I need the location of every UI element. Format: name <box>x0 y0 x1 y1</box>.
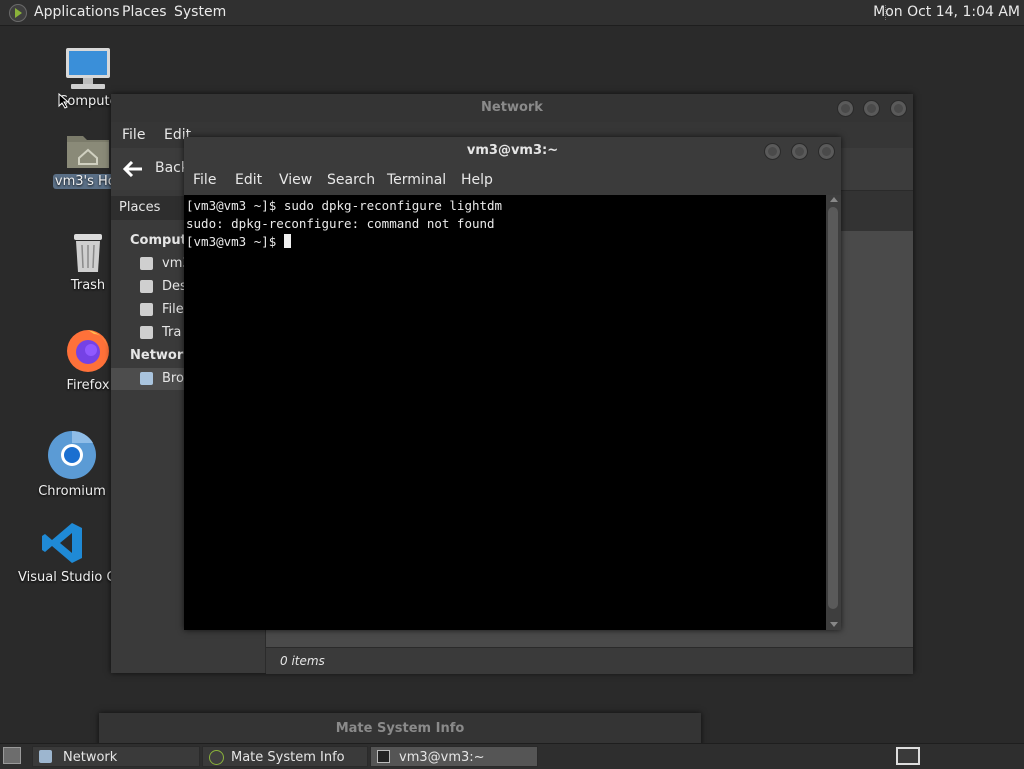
minimize-button[interactable] <box>837 100 854 117</box>
maximize-button[interactable] <box>863 100 880 117</box>
status-text: 0 items <box>280 654 325 668</box>
status-bar: 0 items <box>266 647 913 674</box>
top-panel: Applications Places System Mon Oct 14, 1… <box>0 0 1024 26</box>
terminal-window[interactable]: vm3@vm3:~ File Edit View Search Terminal… <box>184 137 841 630</box>
clock[interactable]: Mon Oct 14, 1:04 AM <box>873 0 1020 25</box>
terminal-prompt-line: [vm3@vm3 ~]$ <box>186 233 291 251</box>
terminal-line: sudo: dpkg-reconfigure: command not foun… <box>186 216 495 231</box>
task-network[interactable]: Network <box>32 746 200 767</box>
mate-icon <box>209 750 224 765</box>
back-arrow-icon[interactable] <box>123 161 143 177</box>
home-icon <box>140 257 153 270</box>
taskbar: Network Mate System Info vm3@vm3:~ <box>0 743 1024 769</box>
desktop-icon <box>140 280 153 293</box>
mouse-pointer-icon <box>58 93 70 109</box>
firefox-icon <box>67 330 109 372</box>
network-icon <box>39 750 52 763</box>
close-button[interactable] <box>890 100 907 117</box>
scroll-up-arrow-icon[interactable] <box>830 197 838 202</box>
menu-help[interactable]: Help <box>461 165 493 195</box>
scrollbar-thumb[interactable] <box>828 207 838 609</box>
places-menu[interactable]: Places <box>122 0 167 25</box>
menu-terminal[interactable]: Terminal <box>387 165 446 195</box>
menubar: File Edit View Search Terminal Help <box>184 165 841 195</box>
menu-file[interactable]: File <box>122 122 145 148</box>
applications-menu[interactable]: Applications <box>34 0 120 25</box>
scrollbar[interactable] <box>826 195 841 630</box>
close-button[interactable] <box>818 143 835 160</box>
vscode-icon <box>42 523 82 563</box>
window-title[interactable]: Network <box>111 94 913 122</box>
scroll-down-arrow-icon[interactable] <box>830 622 838 627</box>
terminal-line: [vm3@vm3 ~]$ sudo dpkg-reconfigure light… <box>186 198 503 213</box>
computer-icon <box>66 48 110 89</box>
show-desktop-icon[interactable] <box>3 747 21 764</box>
menu-view[interactable]: View <box>279 165 312 195</box>
minimize-button[interactable] <box>764 143 781 160</box>
desktop-icon-chromium[interactable]: Chromium <box>30 430 114 499</box>
text-cursor <box>283 234 291 248</box>
network-icon <box>140 372 153 385</box>
menu-edit[interactable]: Edit <box>235 165 262 195</box>
menu-file[interactable]: File <box>193 165 216 195</box>
task-mate-system-info[interactable]: Mate System Info <box>202 746 368 767</box>
menu-search[interactable]: Search <box>327 165 375 195</box>
system-menu[interactable]: System <box>174 0 226 25</box>
trash-icon <box>74 234 102 272</box>
terminal-prompt: [vm3@vm3 ~]$ <box>186 234 284 249</box>
chromium-icon <box>48 430 96 479</box>
home-folder-icon <box>67 136 109 168</box>
mate-logo-icon[interactable] <box>9 4 27 22</box>
window-title[interactable]: Mate System Info <box>99 713 701 745</box>
window-title[interactable]: vm3@vm3:~ <box>184 137 841 165</box>
task-terminal[interactable]: vm3@vm3:~ <box>370 746 538 767</box>
terminal-screen[interactable]: [vm3@vm3 ~]$ sudo dpkg-reconfigure light… <box>184 195 826 630</box>
drive-icon <box>140 303 153 316</box>
trash-icon <box>140 326 153 339</box>
workspace-switcher[interactable] <box>896 747 920 765</box>
terminal-icon <box>377 750 390 763</box>
maximize-button[interactable] <box>791 143 808 160</box>
